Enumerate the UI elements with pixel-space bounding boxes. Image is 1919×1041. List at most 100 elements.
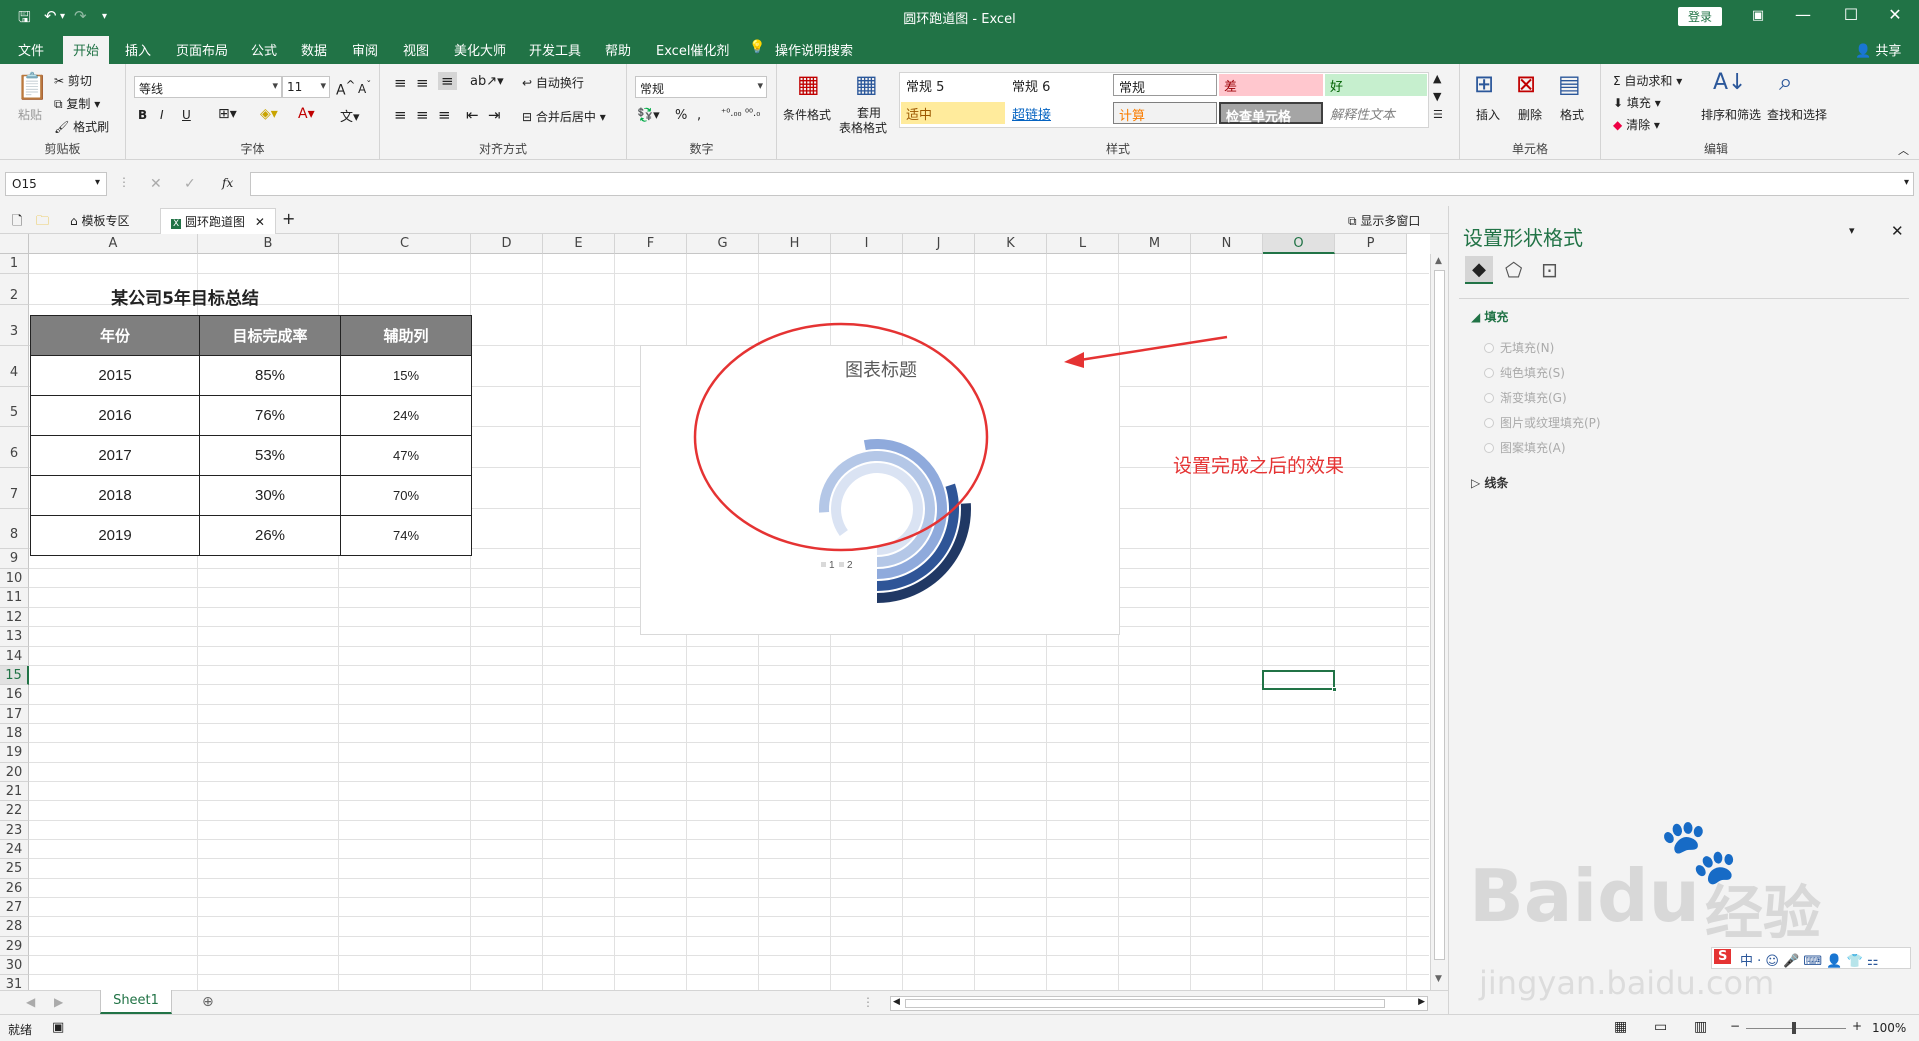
column-header-b[interactable]: B	[198, 234, 339, 254]
cell-rate[interactable]: 53%	[199, 435, 341, 476]
format-table-label-b[interactable]: 表格格式	[839, 119, 887, 136]
header-year[interactable]: 年份	[30, 315, 200, 356]
conditional-format-button[interactable]: 条件格式	[783, 106, 831, 123]
line-section-toggle[interactable]: ▷ 线条	[1471, 474, 1508, 491]
row-header-19[interactable]: 19	[0, 743, 29, 763]
align-center-icon[interactable]: ≡	[416, 106, 429, 124]
cell-aux[interactable]: 15%	[340, 355, 472, 396]
border-icon[interactable]: ⊞▾	[218, 106, 237, 122]
row-header-21[interactable]: 21	[0, 782, 29, 801]
row-header-16[interactable]: 16	[0, 685, 29, 705]
cell-rate[interactable]: 85%	[199, 355, 341, 396]
font-size-combo[interactable]: 11 ▾	[282, 76, 330, 98]
column-header-m[interactable]: M	[1119, 234, 1191, 254]
formula-input[interactable]: ▾	[250, 172, 1914, 196]
login-button[interactable]: 登录	[1678, 7, 1723, 26]
cell-rate[interactable]: 76%	[199, 395, 341, 436]
italic-button[interactable]: I	[160, 108, 164, 122]
cell-year[interactable]: 2019	[30, 515, 200, 556]
cell-aux[interactable]: 70%	[340, 475, 472, 516]
scroll-thumb[interactable]	[905, 999, 1385, 1008]
radio-gradient-fill[interactable]: 渐变填充(G)	[1484, 389, 1567, 406]
scroll-left-icon[interactable]: ◀	[893, 997, 900, 1007]
page-layout-view-icon[interactable]: ▭	[1654, 1019, 1667, 1035]
tab-review[interactable]: 审阅	[352, 40, 378, 59]
scroll-right-icon[interactable]: ▶	[1418, 997, 1425, 1007]
decrease-decimal-icon[interactable]: ⁰⁰.₀	[745, 108, 760, 119]
column-header-c[interactable]: C	[339, 234, 471, 254]
row-header-12[interactable]: 12	[0, 608, 29, 627]
fill-section-toggle[interactable]: ◢ 填充	[1471, 308, 1508, 325]
merge-center-button[interactable]: ⊟ 合并后居中 ▾	[522, 108, 606, 125]
cell-rate[interactable]: 30%	[199, 475, 341, 516]
row-header-10[interactable]: 10	[0, 569, 29, 588]
row-header-8[interactable]: 8	[0, 509, 29, 549]
cell-aux[interactable]: 24%	[340, 395, 472, 436]
zoom-level[interactable]: 100%	[1872, 1021, 1906, 1035]
ribbon-display-icon[interactable]: ▣	[1743, 8, 1773, 23]
copy-button[interactable]: ⧉ 复制 ▾	[54, 95, 100, 112]
clear-button[interactable]: ◆ 清除 ▾	[1613, 116, 1660, 133]
cell-rate[interactable]: 26%	[199, 515, 341, 556]
ime-mode-icons[interactable]: 中 · ☺ 🎤 ⌨ 👤 👕 ⚏	[1740, 950, 1879, 969]
size-properties-icon[interactable]: ⊡	[1541, 258, 1558, 282]
sort-filter-icon[interactable]: A↓	[1713, 70, 1746, 95]
close-button[interactable]: ✕	[1880, 5, 1910, 24]
normal-view-icon[interactable]: ▦	[1614, 1019, 1627, 1035]
column-header-d[interactable]: D	[471, 234, 543, 254]
format-table-icon[interactable]: ▦	[855, 70, 878, 98]
scroll-thumb[interactable]	[1434, 270, 1445, 960]
cell-year[interactable]: 2017	[30, 435, 200, 476]
sheet-title[interactable]: 某公司5年目标总结	[30, 284, 340, 309]
radio-pattern-fill[interactable]: 图案填充(A)	[1484, 439, 1566, 456]
style-good[interactable]: 好	[1325, 74, 1427, 96]
add-sheet-icon[interactable]: ⊕	[202, 994, 214, 1010]
cell-year[interactable]: 2015	[30, 355, 200, 396]
horizontal-scrollbar[interactable]: ◀ ▶	[890, 996, 1428, 1011]
accounting-icon[interactable]: 💱▾	[637, 108, 660, 123]
column-header-h[interactable]: H	[759, 234, 831, 254]
paste-icon[interactable]: 📋	[16, 72, 48, 102]
scroll-up-icon[interactable]: ▲	[1435, 256, 1442, 266]
style-normal-5[interactable]: 常规 5	[901, 74, 1005, 96]
add-tab-icon[interactable]: +	[282, 209, 295, 228]
expand-formula-icon[interactable]: ▾	[1904, 177, 1909, 188]
header-auxiliary[interactable]: 辅助列	[340, 315, 472, 356]
tab-excel-catalyst[interactable]: Excel催化剂	[656, 40, 729, 59]
row-header-1[interactable]: 1	[0, 254, 29, 274]
row-header-26[interactable]: 26	[0, 879, 29, 898]
zoom-slider[interactable]	[1746, 1028, 1846, 1029]
column-header-p[interactable]: P	[1335, 234, 1407, 254]
column-header-k[interactable]: K	[975, 234, 1047, 254]
row-header-27[interactable]: 27	[0, 898, 29, 917]
ime-toolbar[interactable]: S 中 · ☺ 🎤 ⌨ 👤 👕 ⚏	[1711, 947, 1911, 969]
style-check-cell[interactable]: 检查单元格	[1219, 102, 1323, 125]
conditional-format-icon[interactable]: ▦	[797, 70, 820, 98]
cell-year[interactable]: 2016	[30, 395, 200, 436]
tab-help[interactable]: 帮助	[605, 40, 631, 59]
format-cells-icon[interactable]: ▤	[1558, 70, 1581, 98]
row-header-9[interactable]: 9	[0, 549, 29, 569]
column-header-o[interactable]: O	[1263, 234, 1335, 254]
style-explanatory[interactable]: 解释性文本	[1325, 102, 1427, 124]
folder-icon[interactable]: 🗀	[36, 212, 49, 234]
column-header-j[interactable]: J	[903, 234, 975, 254]
vertical-scrollbar[interactable]: ▲ ▼	[1430, 254, 1448, 990]
confirm-entry-icon[interactable]: ✓	[184, 176, 196, 192]
style-normal-6[interactable]: 常规 6	[1007, 74, 1111, 96]
doc-tab-workbook[interactable]: X 圆环跑道图 ✕	[160, 208, 276, 234]
delete-cells-button[interactable]: 删除	[1518, 106, 1542, 123]
cell-year[interactable]: 2018	[30, 475, 200, 516]
tab-file[interactable]: 文件	[18, 40, 44, 59]
header-completion-rate[interactable]: 目标完成率	[199, 315, 341, 356]
style-bad[interactable]: 差	[1219, 74, 1323, 96]
align-top-icon[interactable]: ≡	[394, 74, 407, 92]
row-header-3[interactable]: 3	[0, 305, 29, 346]
sheet-next-icon[interactable]: ▶	[54, 995, 63, 1009]
row-header-11[interactable]: 11	[0, 588, 29, 608]
row-header-30[interactable]: 30	[0, 956, 29, 975]
underline-button[interactable]: U	[182, 108, 191, 122]
decrease-indent-icon[interactable]: ⇤	[466, 106, 479, 124]
row-header-5[interactable]: 5	[0, 387, 29, 427]
name-box[interactable]: O15 ▾	[5, 172, 107, 196]
